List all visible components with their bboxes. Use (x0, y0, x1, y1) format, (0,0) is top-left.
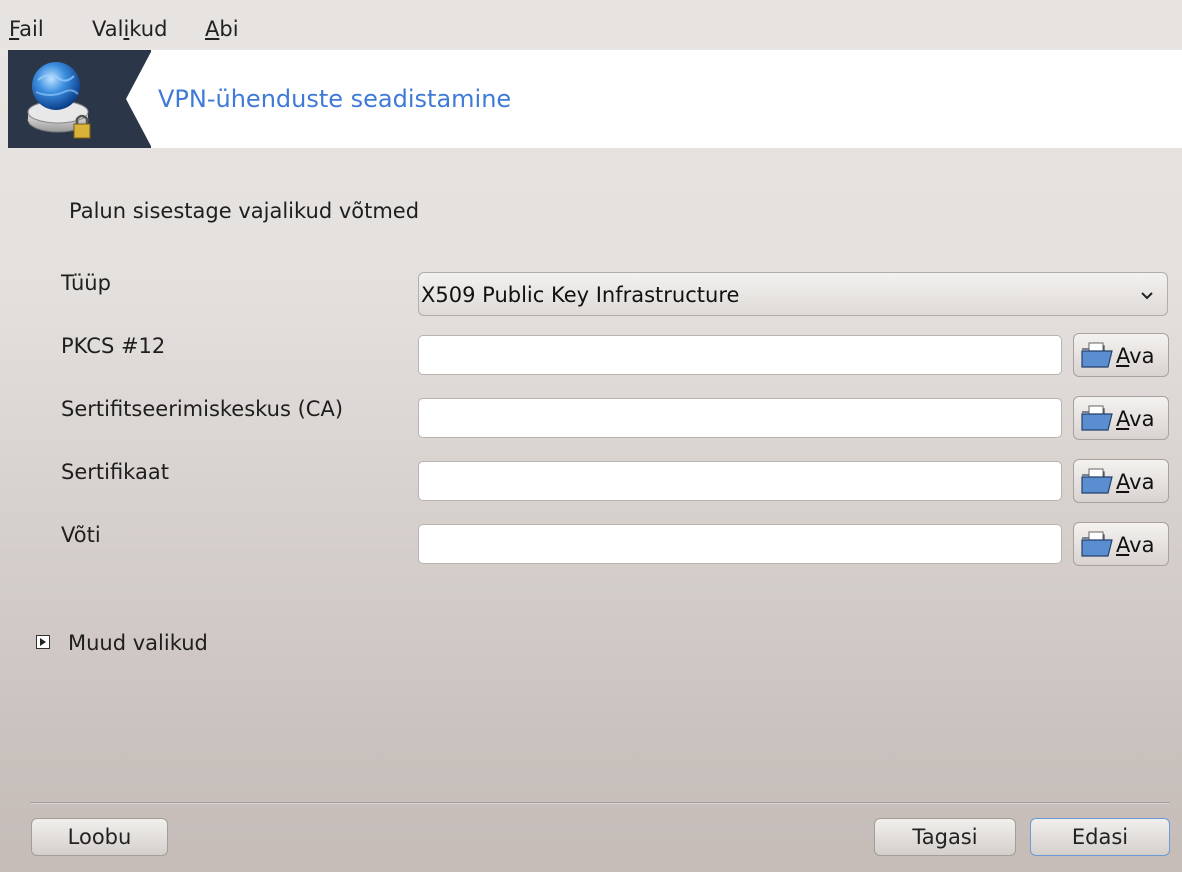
key-open-button[interactable]: Ava (1073, 522, 1169, 566)
menu-file[interactable]: Fail (9, 16, 44, 42)
folder-open-icon (1081, 531, 1113, 557)
type-select[interactable]: X509 Public Key Infrastructure (418, 272, 1168, 316)
menu-file-accel: F (9, 17, 20, 41)
menu-help[interactable]: Abi (205, 16, 239, 42)
banner-arrow-notch (126, 50, 152, 148)
menu-options-label-end: kud (129, 17, 168, 41)
menu-file-label: ail (19, 17, 44, 41)
more-options-label: Muud valikud (68, 631, 208, 655)
folder-open-icon (1081, 468, 1113, 494)
pkcs12-field[interactable] (418, 335, 1062, 375)
menu-help-label: bi (219, 17, 239, 41)
certificate-open-label: Ava (1116, 470, 1155, 494)
back-button[interactable]: Tagasi (874, 818, 1016, 856)
folder-open-icon (1081, 342, 1113, 368)
chevron-down-icon (1141, 292, 1153, 300)
expander-arrow-icon (36, 635, 50, 649)
ca-open-button[interactable]: Ava (1073, 396, 1169, 440)
ca-open-label: Ava (1116, 407, 1155, 431)
key-field[interactable] (418, 524, 1062, 564)
type-label: Tüüp (61, 271, 111, 295)
vpn-globe-lock-icon (27, 62, 91, 139)
pkcs12-label: PKCS #12 (61, 334, 166, 358)
menu-options-label-start: Val (92, 17, 124, 41)
menu-help-accel: A (205, 17, 220, 41)
type-select-value: X509 Public Key Infrastructure (421, 283, 740, 307)
cancel-button[interactable]: Loobu (31, 818, 168, 856)
wizard-banner: VPN-ühenduste seadistamine (8, 50, 1182, 148)
folder-open-icon (1081, 405, 1113, 431)
key-open-label: Ava (1116, 533, 1155, 557)
banner-icon-area (8, 50, 152, 148)
page-title: VPN-ühenduste seadistamine (158, 85, 512, 113)
pkcs12-open-button[interactable]: Ava (1073, 333, 1169, 377)
certificate-label: Sertifikaat (61, 460, 169, 484)
instruction-heading: Palun sisestage vajalikud võtmed (69, 199, 420, 223)
pkcs12-open-label: Ava (1116, 344, 1155, 368)
certificate-field[interactable] (418, 461, 1062, 501)
footer-separator (30, 802, 1170, 803)
ca-label: Sertifitseerimiskeskus (CA) (61, 397, 344, 421)
menu-options[interactable]: Valikud (92, 16, 167, 42)
ca-field[interactable] (418, 398, 1062, 438)
next-button[interactable]: Edasi (1030, 818, 1170, 856)
certificate-open-button[interactable]: Ava (1073, 459, 1169, 503)
key-label: Võti (61, 523, 101, 547)
menu-bar: Fail Valikud Abi (0, 0, 1182, 48)
